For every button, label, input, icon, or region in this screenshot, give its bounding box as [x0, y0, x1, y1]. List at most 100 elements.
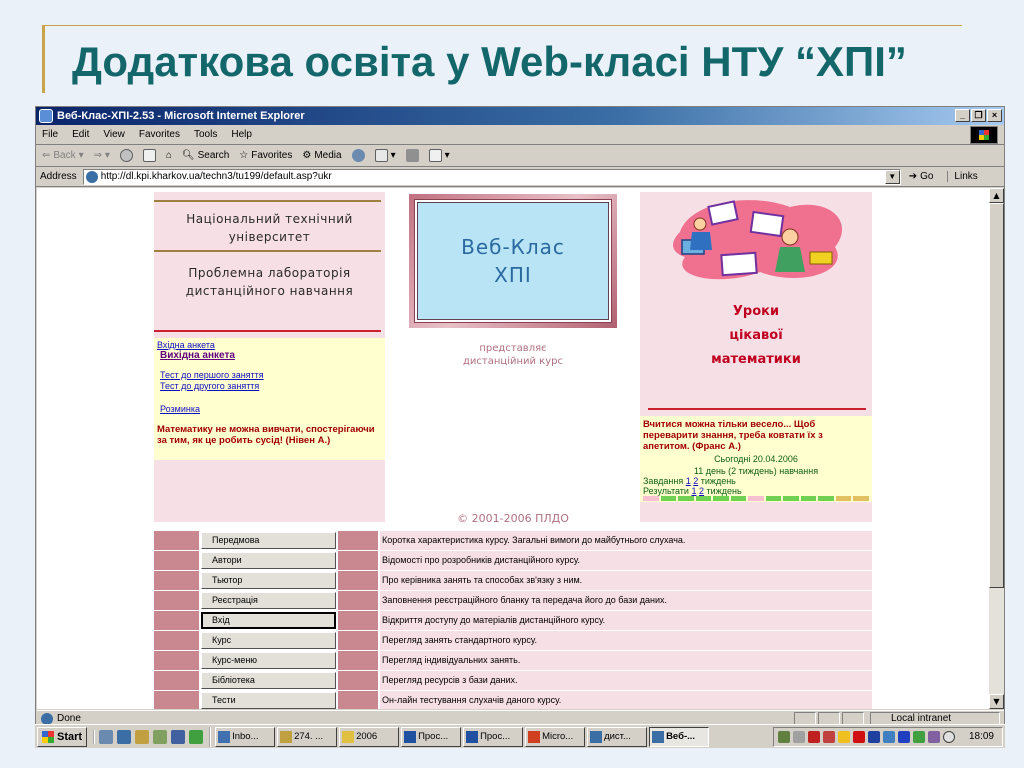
nav-button-tutor[interactable]: Тьютор	[201, 572, 336, 589]
media-button[interactable]: ⚙ Media	[302, 150, 341, 161]
scroll-down-button[interactable]: ▼	[989, 694, 1004, 709]
mail-button[interactable]: ▾	[374, 149, 396, 162]
start-button[interactable]: Start	[37, 726, 88, 747]
nav-button-course-menu[interactable]: Курс-меню	[201, 652, 336, 669]
home-button[interactable]: ⌂	[166, 150, 172, 161]
results-week-1-link[interactable]: 1	[691, 486, 696, 496]
tray-icon[interactable]	[778, 731, 790, 743]
nav-button-preface[interactable]: Передмова	[201, 532, 336, 549]
tray-icon[interactable]	[823, 731, 835, 743]
tasks-week-2-link[interactable]: 2	[693, 476, 698, 486]
nav-description: Відомості про розробників дистанційного …	[380, 551, 872, 570]
tray-icon[interactable]	[883, 731, 895, 743]
tray-icon[interactable]	[793, 731, 805, 743]
back-button[interactable]: ⇐ Back ▾	[42, 150, 84, 161]
links-button[interactable]: Links	[947, 171, 978, 182]
web-class-logo: Веб-Клас ХПІ	[417, 202, 609, 320]
globe-icon[interactable]	[189, 729, 204, 744]
refresh-button[interactable]	[142, 149, 156, 162]
tray-icon[interactable]	[808, 731, 820, 743]
scroll-up-button[interactable]: ▲	[989, 188, 1004, 203]
presents-line-1: представляє	[479, 343, 547, 354]
print-button[interactable]	[405, 149, 419, 162]
desktop-icon[interactable]	[99, 729, 114, 744]
menu-tools[interactable]: Tools	[194, 129, 217, 140]
logo-line-2: ХПІ	[494, 263, 532, 287]
study-day: 11 день (2 тиждень) навчання	[693, 466, 819, 476]
table-row: Реєстрація Заповнення реєстраційного блан…	[154, 591, 872, 611]
nav-button-course[interactable]: Курс	[201, 632, 336, 649]
tasks-week-1-link[interactable]: 1	[686, 476, 691, 486]
star-icon: ☆	[239, 150, 249, 161]
nav-button-registration[interactable]: Реєстрація	[201, 592, 336, 609]
nav-button-authors[interactable]: Автори	[201, 552, 336, 569]
task-button[interactable]: дист...	[587, 726, 648, 747]
presents-line-2: дистанційний курс	[462, 356, 563, 367]
link-test-first[interactable]: Тест до першого заняття	[160, 370, 264, 380]
history-icon	[351, 149, 365, 162]
course-nav-table: Передмова Коротка характеристика курсу. З…	[154, 531, 872, 709]
tray-icon[interactable]	[913, 731, 925, 743]
tray-icon[interactable]	[928, 731, 940, 743]
nav-button-library[interactable]: Бібліотека	[201, 672, 336, 689]
app-icon[interactable]	[153, 729, 168, 744]
search-button[interactable]: 🔍︎ Search	[182, 150, 229, 161]
restore-button[interactable]: ❐	[971, 109, 986, 122]
nav-button-tests[interactable]: Тести	[201, 692, 336, 709]
close-button[interactable]: ×	[987, 109, 1002, 122]
clock-icon[interactable]	[943, 731, 955, 743]
tray-icon[interactable]	[838, 731, 850, 743]
scroll-thumb[interactable]	[989, 203, 1004, 588]
task-label: 274. ...	[294, 731, 324, 742]
stop-button[interactable]	[119, 149, 133, 162]
results-label: Результати	[643, 486, 689, 496]
minimize-button[interactable]: _	[955, 109, 970, 122]
history-button[interactable]	[351, 149, 365, 162]
link-entry-form[interactable]: Вхідна анкета	[157, 340, 215, 350]
task-button[interactable]: 2006	[339, 726, 400, 747]
menu-view[interactable]: View	[103, 129, 125, 140]
task-button[interactable]: Inbo...	[215, 726, 276, 747]
taskbar: Start Inbo... 274. ... 2006 Прос... Прос…	[35, 724, 1005, 748]
menu-favorites[interactable]: Favorites	[139, 129, 180, 140]
link-warmup[interactable]: Розминка	[160, 404, 200, 414]
task-label: Веб-...	[666, 731, 696, 742]
edit-button[interactable]: ▾	[428, 149, 450, 162]
menu-file[interactable]: File	[42, 129, 58, 140]
forward-button[interactable]: ⇒ ▾	[94, 150, 110, 161]
back-label: Back	[53, 150, 76, 161]
refresh-icon	[142, 149, 156, 162]
menu-edit[interactable]: Edit	[72, 129, 89, 140]
go-button[interactable]: ➔ Go	[909, 171, 934, 182]
task-button[interactable]: 274. ...	[277, 726, 338, 747]
task-button-active[interactable]: Веб-...	[649, 726, 710, 747]
task-button[interactable]: Прос...	[401, 726, 462, 747]
table-row: Тьютор Про керівника занять та способах з…	[154, 571, 872, 591]
favorites-button[interactable]: ☆ Favorites	[239, 150, 292, 161]
task-label: дист...	[604, 731, 631, 742]
language-icon[interactable]	[898, 731, 910, 743]
address-dropdown-button[interactable]: ▼	[884, 169, 900, 184]
right-info-box: Вчитися можна тільки весело... Щоб перев…	[640, 416, 872, 502]
disk-icon[interactable]	[171, 729, 186, 744]
task-button[interactable]: Micro...	[525, 726, 586, 747]
addressbar: Address http://dl.kpi.kharkov.ua/techn3/…	[36, 167, 1004, 187]
link-exit-form[interactable]: Вихідна анкета	[160, 350, 235, 361]
results-week-2-link[interactable]: 2	[699, 486, 704, 496]
math-kids-illustration	[673, 200, 843, 280]
ie-icon[interactable]	[117, 729, 132, 744]
nav-button-login[interactable]: Вхід	[201, 612, 336, 629]
left-column: Національний технічний університет Пробл…	[154, 192, 385, 522]
tray-icon[interactable]	[853, 731, 865, 743]
menu-help[interactable]: Help	[231, 129, 252, 140]
vertical-scrollbar[interactable]: ▲ ▼	[989, 188, 1004, 709]
link-test-second[interactable]: Тест до другого заняття	[160, 381, 259, 391]
address-input[interactable]: http://dl.kpi.kharkov.ua/techn3/tu199/de…	[82, 168, 901, 185]
window-titlebar[interactable]: Веб-Клас-ХПІ-2.53 - Microsoft Internet E…	[36, 107, 1004, 125]
outlook-icon[interactable]	[135, 729, 150, 744]
lab-name: Проблемна лабораторія дистанційного навч…	[185, 266, 354, 298]
left-links-box: Вхідна анкета Вихідна анкета Тест до пер…	[154, 338, 385, 460]
task-button[interactable]: Прос...	[463, 726, 524, 747]
tray-icon[interactable]	[868, 731, 880, 743]
clock[interactable]: 18:09	[969, 731, 994, 742]
